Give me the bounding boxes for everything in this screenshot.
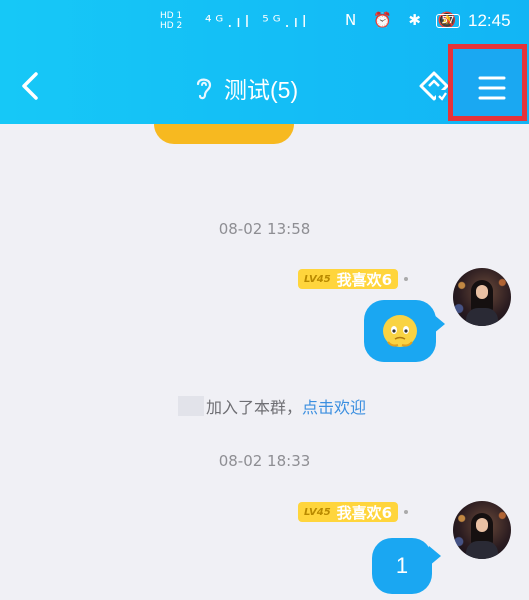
battery-icon: 57 [436,14,460,28]
page-title: 测试(5) [224,77,299,103]
timestamp: 08-02 18:33 [218,452,311,470]
sender-name: 我喜欢6 [336,503,393,522]
join-text: 加入了本群， [206,398,303,417]
menu-button[interactable] [448,44,527,121]
sender-name: 我喜欢6 [336,270,393,289]
avatar[interactable] [453,501,511,559]
previous-sticker-fragment [154,124,294,144]
level-badge: LV45 我喜欢6 [298,502,399,522]
header: HD 1 HD 2 ⁴ᴳ.ıl ⁵ᴳ.ıl N ⏰ ✱ 🔕 57 12:45 测… [0,0,529,124]
bubble-tail [433,314,445,334]
avatar[interactable] [453,268,511,326]
online-dot [404,510,409,514]
member-name-placeholder[interactable] [178,396,204,416]
group-tools-button[interactable] [418,70,450,104]
signal-icon: ⁴ᴳ.ıl ⁵ᴳ.ıl [205,12,311,31]
message-bubble[interactable]: 1 [372,538,432,594]
ear-icon [196,78,212,100]
message-bubble[interactable] [364,300,436,362]
timestamp: 08-02 13:58 [218,220,311,238]
level-label: LV45 [304,273,331,285]
level-label: LV45 [304,506,331,518]
welcome-link[interactable]: 点击欢迎 [302,394,366,418]
clock: 12:45 [468,11,511,30]
hd-indicator: HD 1 HD 2 [160,11,182,31]
chat-area[interactable]: 08-02 13:58 LV45 我喜欢6 加入了本群， 点击欢迎 08-02 … [0,124,529,600]
diamond-icon [419,71,449,102]
battery-level: 57 [441,15,455,26]
message-text: 1 [395,553,409,578]
hd1-label: HD 1 [160,11,183,21]
status-bar: HD 1 HD 2 ⁴ᴳ.ıl ⁵ᴳ.ıl N ⏰ ✱ 🔕 57 12:45 [0,0,529,44]
menu-icon [478,76,506,100]
system-notice: 加入了本群， 点击欢迎 [178,394,366,418]
level-badge: LV45 我喜欢6 [298,269,399,289]
chevron-left-icon [22,72,38,100]
online-dot [404,277,409,281]
chat-title-group[interactable]: 测试(5) [192,70,298,106]
hd2-label: HD 2 [160,21,183,31]
sender-name-row: LV45 我喜欢6 [298,269,409,289]
sender-name-row: LV45 我喜欢6 [298,502,409,522]
bubble-tail [429,546,441,566]
emoji-sticker-icon [383,315,417,347]
back-button[interactable] [14,66,50,106]
